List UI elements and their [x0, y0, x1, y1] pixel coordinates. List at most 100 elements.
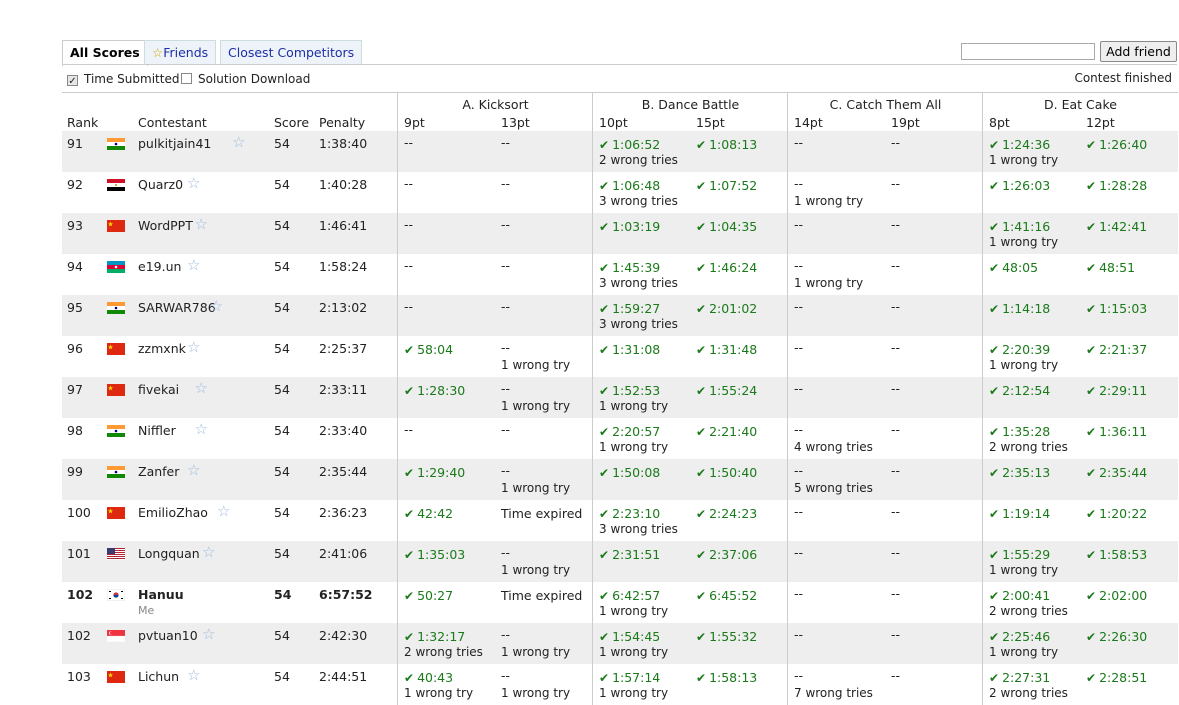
star-icon: ☆	[152, 45, 164, 60]
wrong-tries: 5 wrong tries	[794, 481, 873, 495]
star-icon[interactable]: ☆	[202, 543, 215, 561]
score: 54	[274, 423, 290, 438]
contestant-name[interactable]: Longquan	[138, 546, 200, 561]
star-icon[interactable]: ☆	[210, 297, 223, 315]
solve-time: 2:20:57	[599, 424, 660, 439]
star-icon[interactable]: ☆	[217, 502, 230, 520]
solve-time: 2:37:06	[696, 547, 757, 562]
wrong-tries: 2 wrong tries	[989, 604, 1068, 618]
solve-time: 2:00:41	[989, 588, 1050, 603]
star-icon[interactable]: ☆	[187, 256, 200, 274]
problem-divider	[397, 295, 398, 336]
solve-time: 1:42:41	[1086, 219, 1147, 234]
contestant-name[interactable]: zzmxnk	[138, 341, 186, 356]
attempt-status: --	[891, 504, 901, 519]
solve-time: 1:36:11	[1086, 424, 1147, 439]
contestant-name[interactable]: pvtuan10	[138, 628, 198, 643]
rank: 97	[67, 382, 83, 397]
problem-title[interactable]: C. Catch Them All	[788, 97, 983, 112]
me-label: Me	[138, 604, 155, 617]
solve-time: 2:31:51	[599, 547, 660, 562]
penalty: 2:35:44	[319, 464, 368, 479]
tab-friends[interactable]: ☆Friends	[144, 40, 217, 64]
flag-icon	[107, 179, 125, 191]
star-icon[interactable]: ☆	[187, 666, 200, 684]
star-icon[interactable]: ☆	[195, 215, 208, 233]
solve-time: 1:04:35	[696, 219, 757, 234]
problem-divider	[982, 213, 983, 254]
problem-points: 19pt	[891, 115, 920, 130]
problem-title[interactable]: B. Dance Battle	[593, 97, 788, 112]
solve-time: 2:12:54	[989, 383, 1050, 398]
flag-icon	[107, 466, 125, 478]
problem-divider	[592, 172, 593, 213]
star-icon[interactable]: ☆	[187, 174, 200, 192]
wrong-tries: 4 wrong tries	[794, 440, 873, 454]
solve-time: 1:20:22	[1086, 506, 1147, 521]
score: 54	[274, 382, 290, 397]
problem-divider	[787, 172, 788, 213]
tab-divider	[62, 64, 1177, 65]
score: 54	[274, 587, 292, 602]
time-submitted-label: Time Submitted	[84, 72, 180, 86]
wrong-tries: 1 wrong try	[989, 153, 1059, 167]
contestant-name[interactable]: Hanuu	[138, 587, 184, 602]
solve-time: 2:29:11	[1086, 383, 1147, 398]
rank: 100	[67, 505, 91, 520]
attempt-status: --	[891, 258, 901, 273]
wrong-tries: 2 wrong tries	[599, 153, 678, 167]
star-icon[interactable]: ☆	[232, 133, 245, 151]
tab-closest-competitors[interactable]: Closest Competitors	[220, 40, 363, 64]
star-icon[interactable]: ☆	[187, 461, 200, 479]
solution-download-option[interactable]: Solution Download	[181, 71, 310, 87]
contestant-name[interactable]: pulkitjain41	[138, 136, 211, 151]
time-submitted-option[interactable]: ✓ Time Submitted	[67, 71, 179, 87]
friend-search-input[interactable]	[961, 43, 1095, 60]
attempt-status: --	[891, 299, 901, 314]
problem-divider	[787, 254, 788, 295]
star-icon[interactable]: ☆	[202, 625, 215, 643]
solve-time: 2:20:39	[989, 342, 1050, 357]
solve-time: 1:14:18	[989, 301, 1050, 316]
problem-divider	[592, 500, 593, 541]
table-row: 101 Longquan☆ 54 2:41:06 1:35:03 -- 1 wrong tr…	[62, 541, 1178, 582]
problem-divider	[397, 131, 398, 172]
contestant-name[interactable]: Niffler	[138, 423, 176, 438]
contestant-name[interactable]: fivekai	[138, 382, 179, 397]
table-row: 99 Zanfer ☆ 54 2:35:44 1:29:40 -- 1 wrong try 1:…	[62, 459, 1178, 500]
attempt-status: --	[501, 668, 511, 683]
scoreboard: Rank Contestant Score Penalty A. Kicksort 9pt…	[62, 92, 1178, 705]
contestant-name[interactable]: Lichun	[138, 669, 179, 684]
contestant-name[interactable]: Quarz0	[138, 177, 183, 192]
star-icon[interactable]: ☆	[187, 338, 200, 356]
score: 54	[274, 136, 290, 151]
star-icon[interactable]: ☆	[195, 420, 208, 438]
score: 54	[274, 177, 290, 192]
add-friend-button[interactable]: Add friend	[1100, 41, 1177, 62]
problem-title[interactable]: D. Eat Cake	[983, 97, 1178, 112]
problem-title[interactable]: A. Kicksort	[398, 97, 593, 112]
solution-download-checkbox[interactable]	[181, 73, 192, 84]
contestant-name[interactable]: EmilioZhao	[138, 505, 208, 520]
solve-time: 1:26:40	[1086, 137, 1147, 152]
attempt-status: --	[891, 217, 901, 232]
attempt-status: --	[891, 586, 901, 601]
wrong-tries: 1 wrong try	[794, 194, 864, 208]
contestant-name[interactable]: WordPPT	[138, 218, 193, 233]
problem-divider	[592, 336, 593, 377]
time-submitted-checkbox[interactable]: ✓	[67, 75, 78, 87]
star-icon[interactable]: ☆	[195, 379, 208, 397]
rank: 102	[67, 628, 91, 643]
attempt-status: --	[404, 299, 414, 314]
attempt-status: --	[891, 422, 901, 437]
penalty: 2:25:37	[319, 341, 368, 356]
solve-time: 1:55:29	[989, 547, 1050, 562]
contestant-name[interactable]: e19.un	[138, 259, 181, 274]
contestant-name[interactable]: Zanfer	[138, 464, 179, 479]
score: 54	[274, 628, 290, 643]
wrong-tries: 1 wrong try	[794, 276, 864, 290]
contestant-name[interactable]: SARWAR786	[138, 300, 216, 315]
penalty: 1:38:40	[319, 136, 368, 151]
tab-all-scores[interactable]: All Scores	[62, 40, 148, 66]
problem-divider	[787, 213, 788, 254]
